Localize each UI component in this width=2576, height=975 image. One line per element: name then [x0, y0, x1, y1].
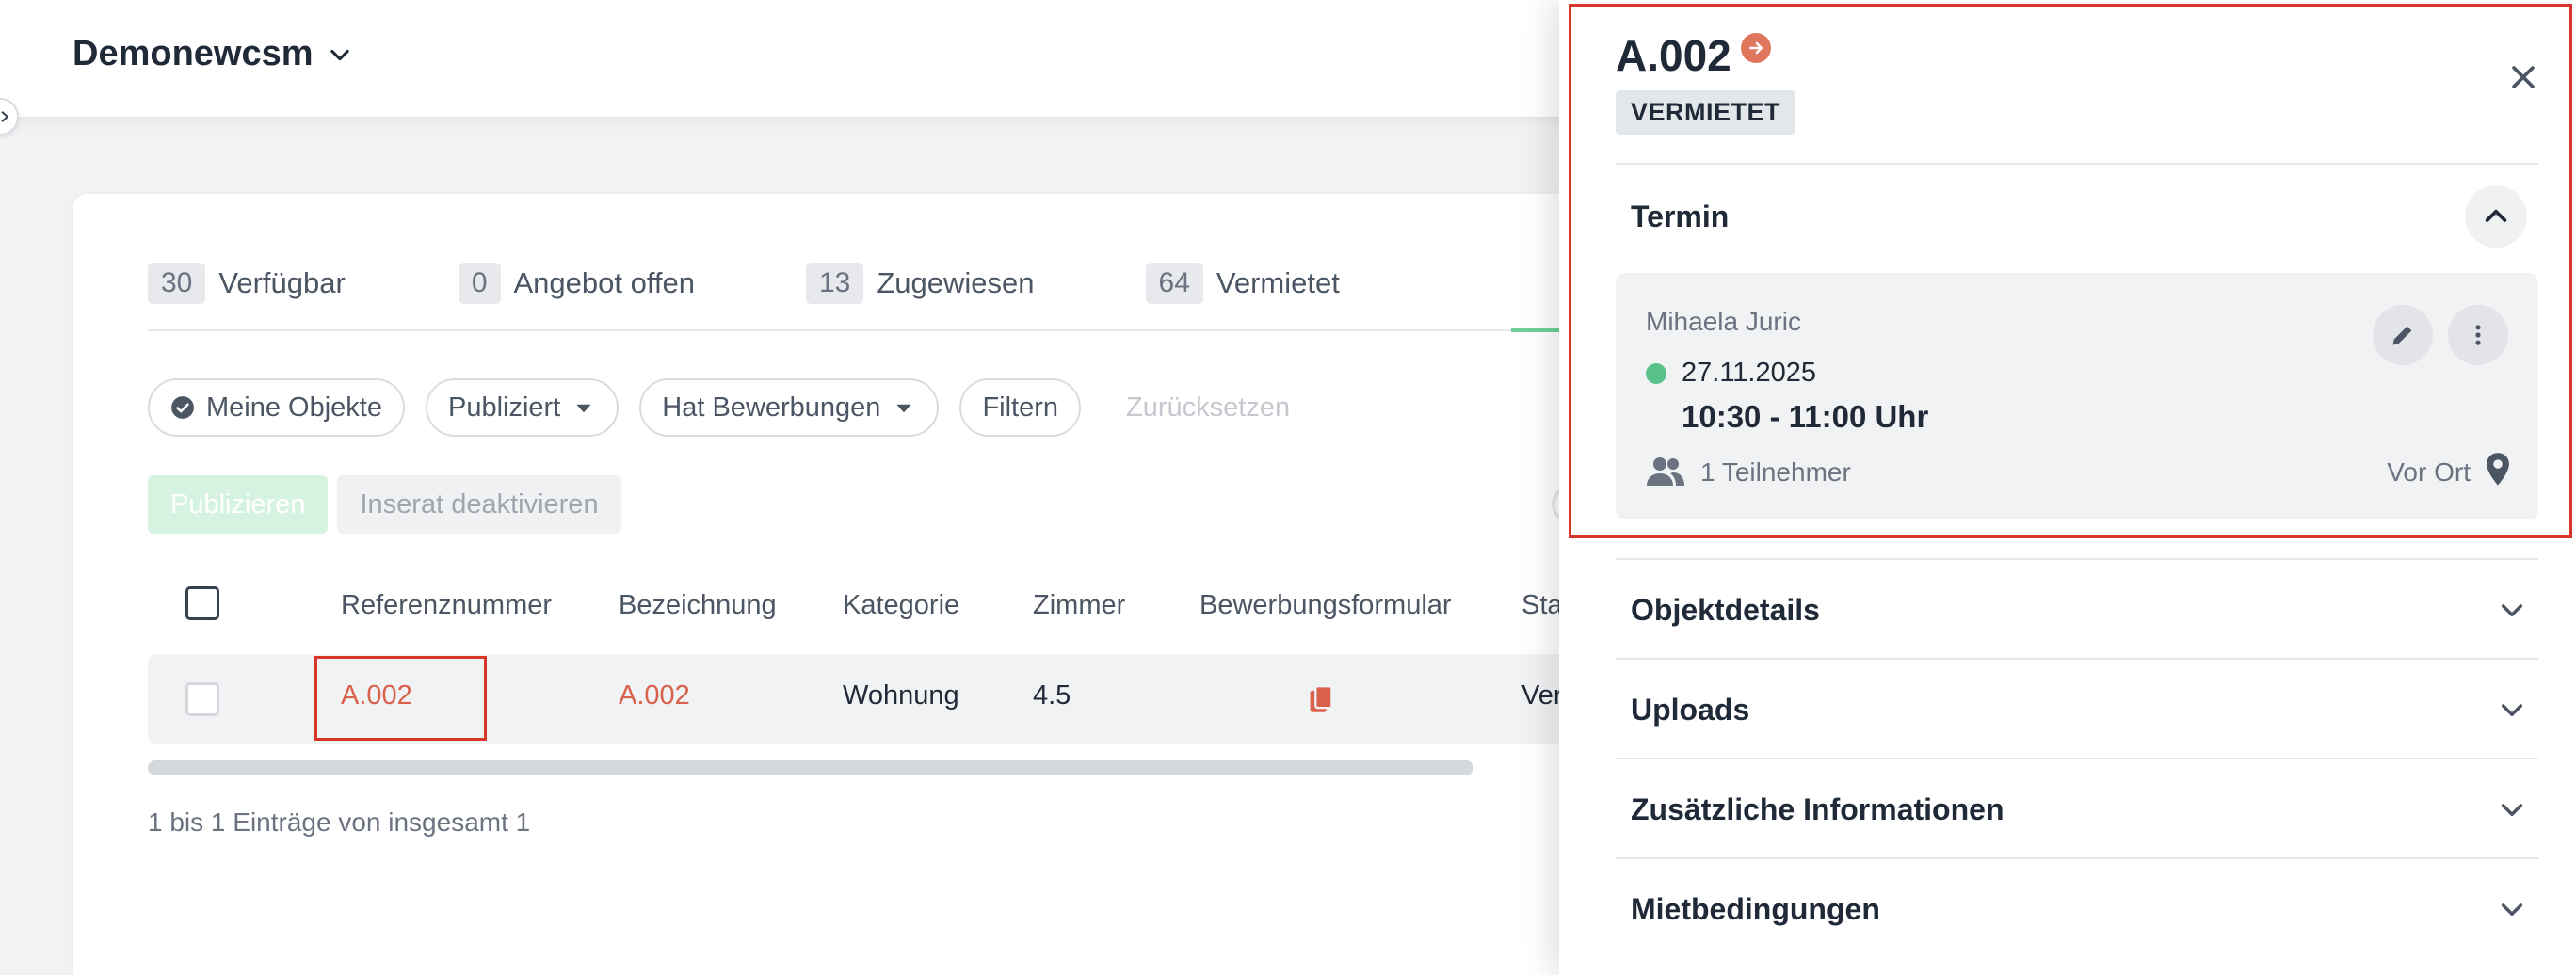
divider	[1616, 658, 2538, 660]
appointment-time: 10:30 - 11:00 Uhr	[1682, 399, 1929, 434]
column-header[interactable]: Zimmer	[1033, 590, 1125, 621]
section-mietbedingungen[interactable]: Mietbedingungen	[1616, 860, 2538, 958]
pagination-info: 1 bis 1 Einträge von insgesamt 1	[148, 807, 531, 837]
tabs-divider	[148, 329, 1560, 331]
section-objektdetails[interactable]: Objektdetails	[1616, 561, 2538, 659]
more-options-button[interactable]	[2448, 305, 2508, 365]
drawer-title: A.002	[1616, 30, 1771, 81]
caret-down-icon	[576, 404, 591, 413]
participants-count: 1 Teilnehmer	[1700, 457, 1851, 487]
divider	[1616, 758, 2538, 759]
section-title: Mietbedingungen	[1631, 891, 1880, 926]
reference-highlight-box	[314, 656, 487, 741]
column-header[interactable]: Bewerbungsformular	[1199, 590, 1452, 621]
chevron-right-icon	[1, 111, 8, 122]
my-objects-filter[interactable]: Meine Objekte	[148, 378, 405, 437]
more-vertical-icon	[2475, 325, 2481, 345]
object-title: A.002	[1616, 31, 1731, 80]
chevron-down-icon	[2501, 903, 2523, 917]
chevron-down-icon	[2501, 804, 2523, 817]
chevron-down-icon	[2501, 604, 2523, 617]
filter-button[interactable]: Filtern	[959, 378, 1082, 437]
column-header[interactable]: Bezeichnung	[619, 590, 777, 621]
workspace-switcher[interactable]: Demonewcsm	[72, 34, 353, 74]
chevron-up-icon	[2485, 209, 2507, 222]
termin-section-header[interactable]: Termin	[1616, 168, 2538, 265]
column-header[interactable]: Referenznummer	[341, 590, 552, 621]
divider	[1616, 857, 2538, 859]
check-circle-icon	[171, 396, 194, 419]
category-cell: Wohnung	[843, 680, 959, 711]
collapse-termin-button[interactable]	[2465, 185, 2527, 248]
status-dot	[1646, 363, 1666, 384]
chip-label: Hat Bewerbungen	[662, 392, 881, 423]
chevron-down-icon	[2501, 704, 2523, 717]
appointment-location: Vor Ort	[2387, 457, 2471, 487]
attendee-name: Mihaela Juric	[1646, 307, 1801, 336]
tab-count: 13	[806, 263, 864, 304]
tab-label: Vermietet	[1216, 266, 1340, 299]
edit-appointment-button[interactable]	[2373, 305, 2433, 365]
status-badge: VERMIETET	[1616, 90, 1796, 135]
chevron-down-icon	[330, 49, 349, 60]
pencil-icon	[2392, 326, 2412, 345]
section-title: Termin	[1631, 199, 1730, 233]
deactivate-listing-button[interactable]: Inserat deaktivieren	[337, 475, 621, 534]
tab-label: Zugewiesen	[877, 266, 1035, 299]
appointment-date: 27.11.2025	[1682, 358, 1816, 388]
copy-icon[interactable]	[1308, 684, 1334, 714]
arrow-right-circle-icon	[1748, 41, 1763, 55]
close-drawer-button[interactable]	[2504, 58, 2542, 96]
tab-angebot-offen[interactable]: 0 Angebot offen	[458, 260, 696, 307]
has-applications-filter[interactable]: Hat Bewerbungen	[639, 378, 940, 437]
reset-button[interactable]: Zurücksetzen	[1102, 378, 1315, 437]
caret-down-icon	[896, 404, 912, 413]
divider	[1616, 558, 2538, 560]
chip-label: Meine Objekte	[206, 392, 382, 423]
published-filter[interactable]: Publiziert	[426, 378, 620, 437]
chip-label: Zurücksetzen	[1126, 392, 1291, 423]
chip-label: Filtern	[982, 392, 1059, 423]
open-object-button[interactable]	[1740, 33, 1771, 63]
column-header[interactable]: Kategorie	[843, 590, 959, 621]
chip-label: Publiziert	[448, 392, 561, 423]
publish-button[interactable]: Publizieren	[148, 475, 329, 534]
section-title: Objektdetails	[1631, 592, 1820, 627]
row-checkbox[interactable]	[185, 682, 219, 716]
workspace-name: Demonewcsm	[72, 34, 314, 73]
section-uploads[interactable]: Uploads	[1616, 661, 2538, 759]
tab-label: Verfügbar	[218, 266, 346, 299]
column-header[interactable]: Sta	[1521, 590, 1563, 621]
section-zusaetzliche-informationen[interactable]: Zusätzliche Informationen	[1616, 760, 2538, 858]
map-pin-icon	[2487, 453, 2509, 486]
bulk-actions: Publizieren Inserat deaktivieren	[148, 475, 621, 534]
tab-count: 64	[1145, 263, 1203, 304]
section-title: Uploads	[1631, 692, 1750, 727]
appointment-card: Mihaela Juric 27.11.2025 10:30 - 11:00 U…	[1616, 273, 2538, 519]
select-all-checkbox[interactable]	[185, 586, 219, 620]
tab-verfuegbar[interactable]: 30 Verfügbar	[148, 260, 346, 307]
tab-label: Angebot offen	[513, 266, 696, 299]
divider	[1616, 163, 2538, 165]
close-icon	[2512, 66, 2535, 88]
tab-count: 0	[458, 263, 501, 304]
name-link[interactable]: A.002	[619, 680, 690, 711]
section-title: Zusätzliche Informationen	[1631, 791, 2004, 826]
table-header: Referenznummer Bezeichnung Kategorie Zim…	[148, 579, 1563, 635]
tab-count: 30	[148, 263, 206, 304]
tab-zugewiesen[interactable]: 13 Zugewiesen	[806, 260, 1035, 307]
status-tabs: 30 Verfügbar 0 Angebot offen 13 Zugewies…	[148, 260, 1340, 331]
horizontal-scrollbar[interactable]	[148, 760, 1473, 775]
people-icon	[1647, 457, 1684, 486]
status-cell: Ver	[1521, 680, 1563, 711]
rooms-cell: 4.5	[1033, 680, 1071, 711]
tab-vermietet[interactable]: 64 Vermietet	[1145, 260, 1340, 307]
filter-bar: Meine Objekte Publiziert Hat Bewerbungen…	[148, 378, 1315, 437]
